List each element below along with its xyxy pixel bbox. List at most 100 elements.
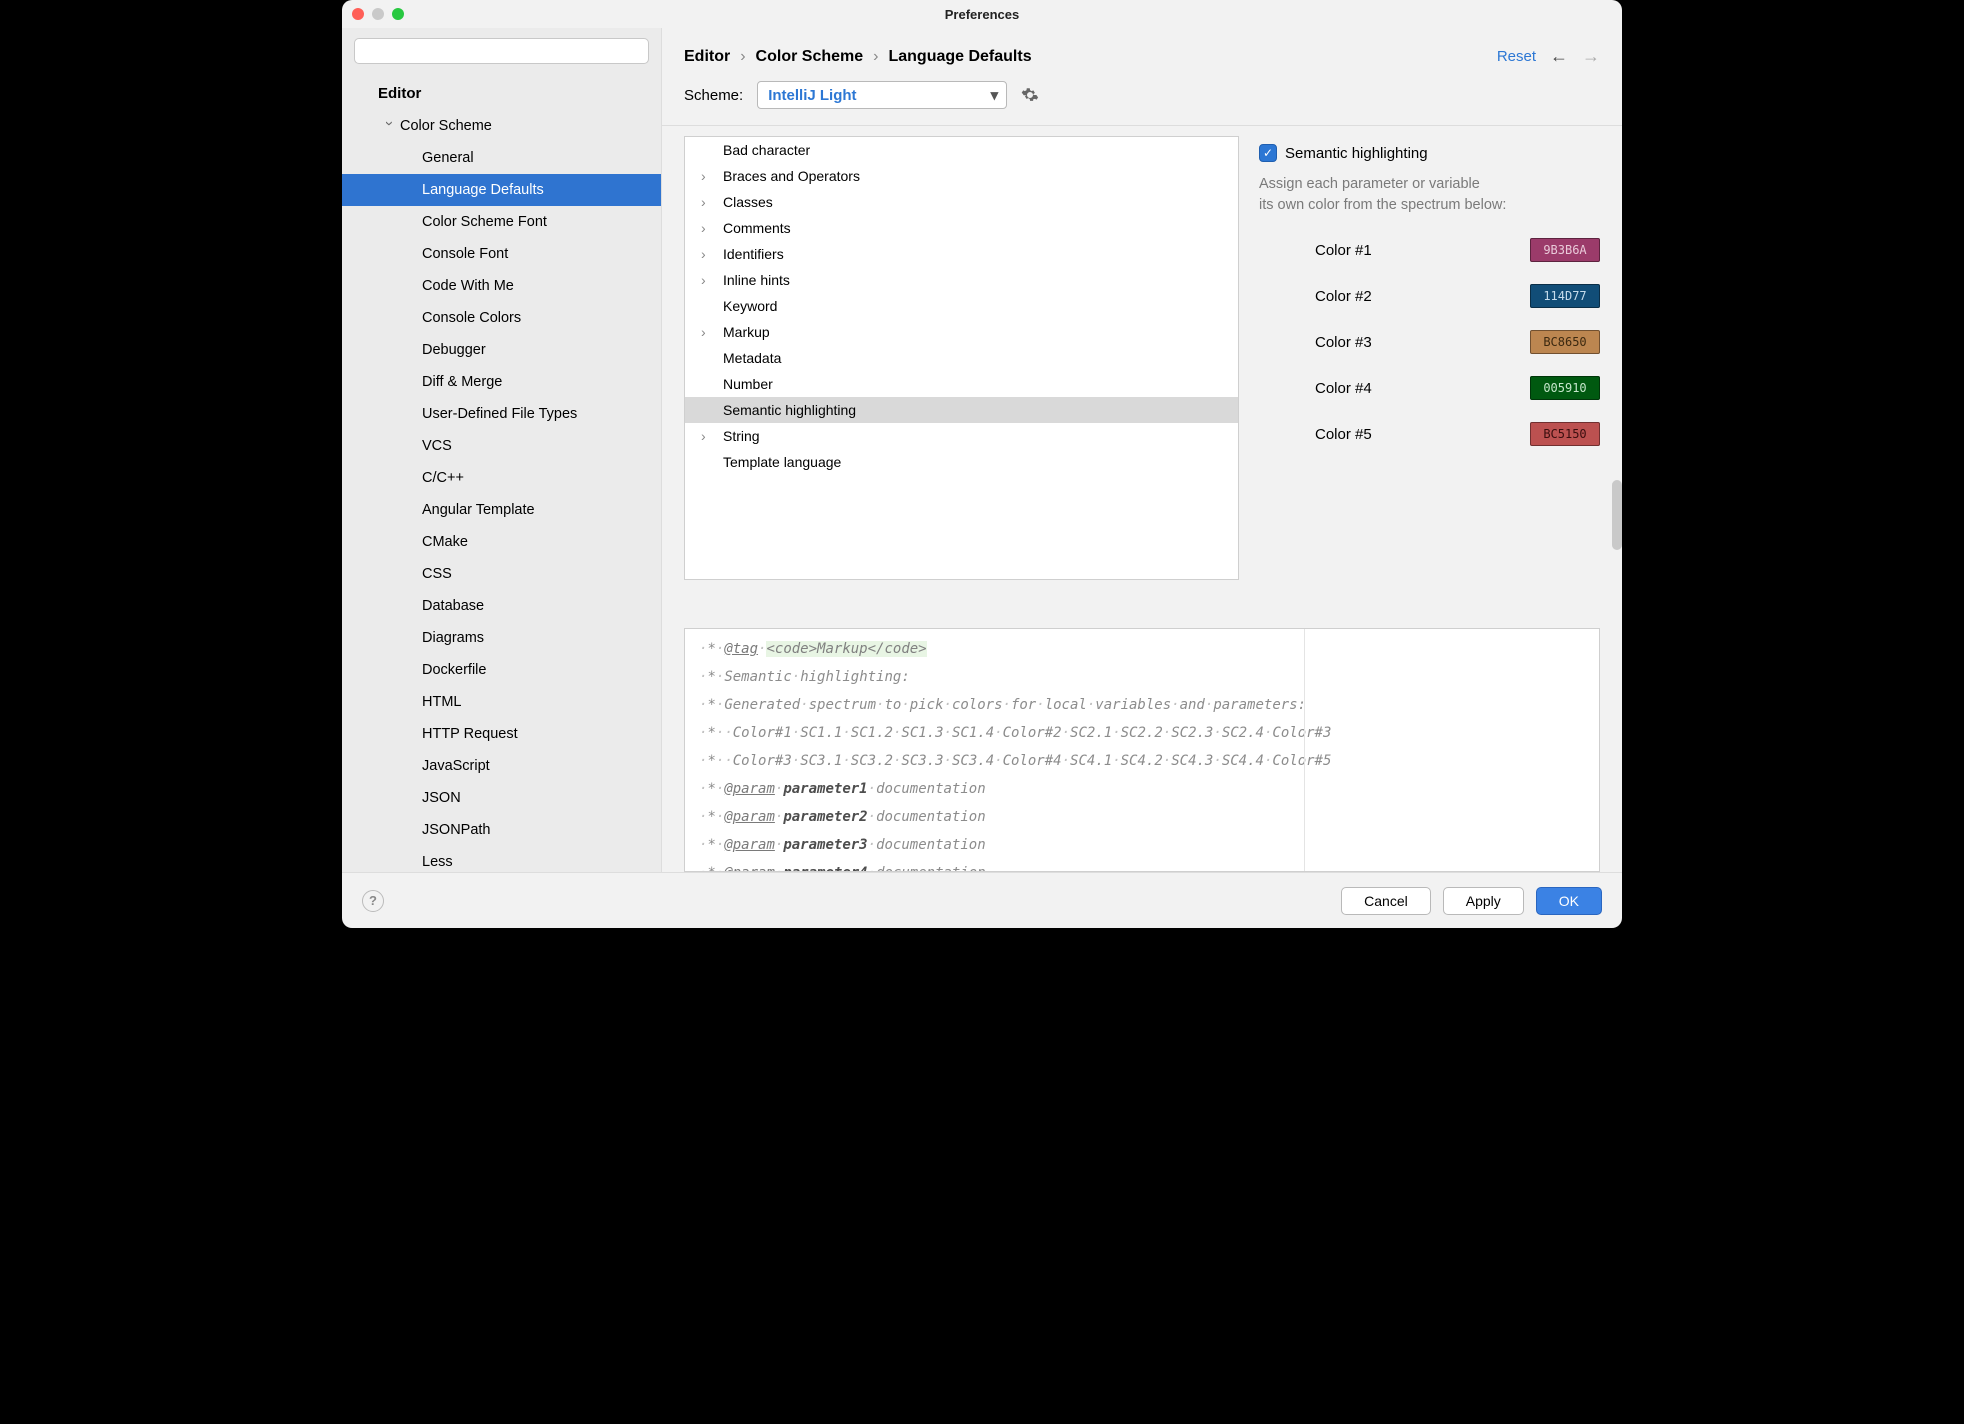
chevron-right-icon: › [701, 163, 706, 189]
attribute-item-label: Identifiers [723, 246, 784, 262]
code-preview[interactable]: ·*·@tag·<code>Markup</code>·*·Semantic·h… [684, 628, 1600, 872]
sidebar-item[interactable]: Color Scheme Font [342, 206, 661, 238]
color-row: Color #19B3B6A [1315, 238, 1600, 262]
attribute-item[interactable]: Keyword [685, 293, 1238, 319]
chevron-right-icon: › [701, 215, 706, 241]
attribute-item[interactable]: Number [685, 371, 1238, 397]
search-input[interactable] [354, 38, 649, 64]
color-row: Color #5 BC5150 [1315, 422, 1600, 446]
sidebar-item[interactable]: Console Colors [342, 302, 661, 334]
attribute-item[interactable]: › Identifiers [685, 241, 1238, 267]
chevron-right-icon: › [701, 267, 706, 293]
sidebar-item[interactable]: Less [342, 846, 661, 872]
attribute-item-label: Bad character [723, 142, 810, 158]
color-label: Color #2 [1315, 288, 1372, 305]
attribute-item-label: Metadata [723, 350, 781, 366]
attribute-item-label: Number [723, 376, 773, 392]
sidebar-item[interactable]: CMake [342, 526, 661, 558]
attribute-item[interactable]: Template language [685, 449, 1238, 475]
attribute-item-label: Comments [723, 220, 791, 236]
attribute-item[interactable]: › Comments [685, 215, 1238, 241]
attribute-item[interactable]: › Braces and Operators [685, 163, 1238, 189]
sidebar-item[interactable]: Diff & Merge [342, 366, 661, 398]
sidebar-group-editor[interactable]: Editor [342, 78, 661, 110]
attributes-tree[interactable]: Bad character › Braces and Operators ›Class… [684, 136, 1239, 580]
breadcrumb: Editor › Color Scheme › Language Default… [684, 48, 1032, 66]
cancel-button[interactable]: Cancel [1341, 887, 1431, 915]
attribute-item-label: Braces and Operators [723, 168, 860, 184]
sidebar-item[interactable]: Angular Template [342, 494, 661, 526]
color-swatch[interactable]: 005910 [1530, 376, 1600, 400]
color-label: Color #3 [1315, 334, 1372, 351]
sidebar-item[interactable]: Diagrams [342, 622, 661, 654]
semantic-description: Assign each parameter or variable its ow… [1259, 174, 1600, 216]
chevron-right-icon: › [701, 241, 706, 267]
back-icon[interactable]: ← [1550, 46, 1568, 67]
sidebar: Editor ›Color Scheme GeneralLanguage Def… [342, 28, 662, 872]
chevron-right-icon: › [873, 48, 878, 66]
help-icon[interactable]: ? [362, 890, 384, 912]
color-label: Color #5 [1315, 426, 1372, 443]
sidebar-item[interactable]: Debugger [342, 334, 661, 366]
chevron-right-icon: › [701, 319, 706, 345]
chevron-down-icon: › [373, 121, 405, 131]
apply-button[interactable]: Apply [1443, 887, 1524, 915]
sidebar-item[interactable]: JavaScript [342, 750, 661, 782]
color-row: Color #2 114D77 [1315, 284, 1600, 308]
sidebar-group-color-scheme[interactable]: ›Color Scheme [342, 110, 661, 142]
attribute-item[interactable]: Bad character [685, 137, 1238, 163]
breadcrumb-language-defaults: Language Defaults [888, 48, 1031, 66]
color-swatch[interactable]: 114D77 [1530, 284, 1600, 308]
breadcrumb-color-scheme[interactable]: Color Scheme [756, 48, 864, 66]
attribute-item[interactable]: Semantic highlighting [685, 397, 1238, 423]
sidebar-item[interactable]: Console Font [342, 238, 661, 270]
sidebar-item[interactable]: JSON [342, 782, 661, 814]
attribute-item[interactable]: › Inline hints [685, 267, 1238, 293]
content-pane: Editor › Color Scheme › Language Default… [662, 28, 1622, 872]
attribute-item-label: Template language [723, 454, 841, 470]
attribute-item-label: Markup [723, 324, 770, 340]
scrollbar-thumb[interactable] [1612, 480, 1622, 550]
color-list: Color #19B3B6A Color #2 114D77 Color #3 BC86… [1259, 238, 1600, 446]
semantic-panel: ✓ Semantic highlighting Assign each para… [1259, 136, 1600, 616]
sidebar-item[interactable]: VCS [342, 430, 661, 462]
attribute-item-label: Semantic highlighting [723, 402, 856, 418]
sidebar-item[interactable]: CSS [342, 558, 661, 590]
sidebar-item[interactable]: Code With Me [342, 270, 661, 302]
sidebar-item[interactable]: Language Defaults [342, 174, 661, 206]
attribute-item-label: Inline hints [723, 272, 790, 288]
semantic-checkbox[interactable]: ✓ [1259, 144, 1277, 162]
footer: ? Cancel Apply OK [342, 872, 1622, 928]
color-swatch[interactable]: 9B3B6A [1530, 238, 1600, 262]
reset-link[interactable]: Reset [1497, 48, 1536, 65]
scheme-select[interactable]: IntelliJ Light [757, 81, 1007, 109]
ok-button[interactable]: OK [1536, 887, 1602, 915]
attribute-item[interactable]: Metadata [685, 345, 1238, 371]
breadcrumb-editor[interactable]: Editor [684, 48, 730, 66]
attribute-item[interactable]: › String [685, 423, 1238, 449]
color-label: Color #4 [1315, 380, 1372, 397]
scheme-label: Scheme: [684, 87, 743, 104]
attribute-item-label: String [723, 428, 760, 444]
forward-icon: → [1582, 46, 1600, 67]
color-row: Color #3 BC8650 [1315, 330, 1600, 354]
color-swatch[interactable]: BC8650 [1530, 330, 1600, 354]
sidebar-item[interactable]: General [342, 142, 661, 174]
sidebar-item[interactable]: Dockerfile [342, 654, 661, 686]
gear-icon[interactable] [1021, 86, 1039, 104]
sidebar-item[interactable]: HTML [342, 686, 661, 718]
sidebar-item[interactable]: Database [342, 590, 661, 622]
preferences-window: Preferences Editor ›Color Scheme General… [342, 0, 1622, 928]
attribute-item[interactable]: ›Classes [685, 189, 1238, 215]
sidebar-item[interactable]: HTTP Request [342, 718, 661, 750]
chevron-right-icon: › [740, 48, 745, 66]
semantic-checkbox-label: Semantic highlighting [1285, 145, 1428, 162]
color-swatch[interactable]: BC5150 [1530, 422, 1600, 446]
color-row: Color #4 005910 [1315, 376, 1600, 400]
sidebar-item[interactable]: User-Defined File Types [342, 398, 661, 430]
sidebar-item[interactable]: JSONPath [342, 814, 661, 846]
attribute-item[interactable]: › Markup [685, 319, 1238, 345]
sidebar-tree[interactable]: Editor ›Color Scheme GeneralLanguage Def… [342, 72, 661, 872]
sidebar-item[interactable]: C/C++ [342, 462, 661, 494]
chevron-right-icon: › [701, 423, 706, 449]
